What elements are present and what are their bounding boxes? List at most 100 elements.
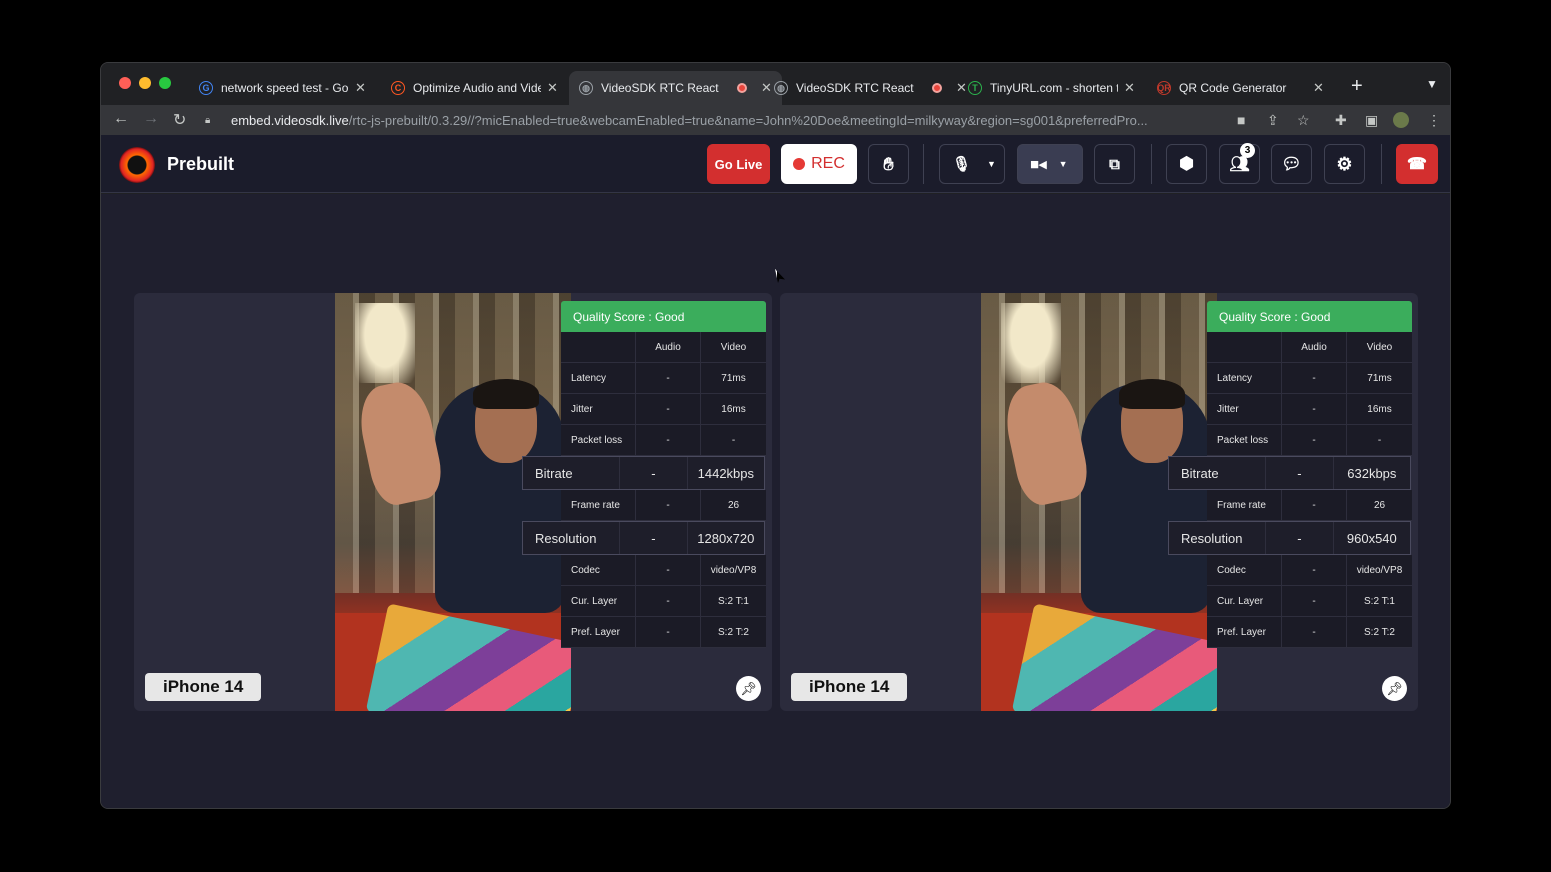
mouse-cursor-icon — [775, 269, 785, 283]
stats-metric-label: Jitter — [561, 394, 636, 424]
pin-icon[interactable]: 📌︎ — [1382, 676, 1407, 701]
whiteboard-button[interactable]: ⬢ — [1166, 144, 1207, 184]
toolbar-divider — [1381, 144, 1382, 184]
participant-tile[interactable]: Quality Score : Good Audio Video Latency… — [134, 293, 772, 711]
stats-metric-label: Packet loss — [561, 425, 636, 455]
browser-tab[interactable]: Gnetwork speed test - Go ✕ — [189, 71, 376, 105]
browser-tab[interactable]: C Optimize Audio and Vide ✕ — [381, 71, 568, 105]
tab-close-icon[interactable]: ✕ — [1124, 80, 1135, 96]
stats-audio-value: - — [620, 457, 688, 489]
stats-row: Bitrate - 1442kbps — [522, 456, 765, 490]
pin-icon[interactable]: 📌︎ — [736, 676, 761, 701]
back-arrow-icon[interactable]: ← — [113, 110, 129, 128]
brand-name: Prebuilt — [167, 154, 235, 174]
chat-button[interactable]: 💬︎ — [1271, 144, 1312, 184]
tab-favicon-icon: ◍ — [579, 81, 593, 95]
participant-video — [335, 293, 571, 711]
stats-row: Resolution - 1280x720 — [522, 521, 765, 555]
stats-metric-label: Bitrate — [1169, 457, 1267, 489]
stats-audio-value: - — [636, 394, 701, 424]
camera-indicator-icon[interactable]: ■ — [1237, 112, 1245, 128]
stats-row: Codec - video/VP8 — [561, 555, 766, 586]
stats-row: Jitter - 16ms — [561, 394, 766, 425]
url-host: embed.videosdk.live — [231, 112, 349, 128]
share-icon[interactable]: ⇪ — [1267, 112, 1279, 129]
stats-video-value: S:2 T:2 — [718, 626, 749, 638]
stats-row: Cur. Layer - S:2 T:1 — [1207, 586, 1412, 617]
mic-muted-icon: 🎙︎ — [952, 156, 972, 173]
stats-audio-value: - — [636, 425, 701, 455]
stats-row: Packet loss - - — [1207, 425, 1412, 456]
stats-header-cell: Audio — [1282, 332, 1347, 362]
go-live-button[interactable]: Go Live — [707, 144, 770, 184]
stats-video-value: S:2 T:1 — [718, 595, 749, 607]
stats-audio-value: - — [1266, 457, 1334, 489]
settings-button[interactable]: ⚙ — [1324, 144, 1365, 184]
stats-header-cell: Video — [1366, 341, 1393, 353]
tab-recording-icon — [737, 83, 747, 93]
participant-video — [981, 293, 1217, 711]
tab-recording-icon — [932, 83, 942, 93]
browser-tab[interactable]: T TinyURL.com - shorten t ✕ — [958, 71, 1145, 105]
stats-video-value: - — [1377, 434, 1382, 446]
reload-icon[interactable]: ↻ — [173, 110, 186, 130]
stats-header-cell — [561, 332, 636, 362]
stats-row: Bitrate - 632kbps — [1168, 456, 1411, 490]
participant-tile[interactable]: Quality Score : Good Audio Video Latency… — [780, 293, 1418, 711]
stats-video-value: 960x540 — [1346, 530, 1397, 546]
raise-hand-icon: ✋︎ — [883, 153, 894, 174]
stats-header-cell: Video — [720, 341, 747, 353]
stats-row: Latency - 71ms — [561, 363, 766, 394]
stats-metric-label: Pref. Layer — [1207, 617, 1282, 647]
tab-favicon-icon: ◍ — [774, 81, 788, 95]
tab-favicon-icon: G — [199, 81, 213, 95]
new-tab-button[interactable]: + — [1351, 75, 1363, 98]
tab-title: network speed test - Go — [221, 81, 349, 95]
mic-toggle-button[interactable]: 🎙︎ ▼ — [939, 144, 1005, 184]
participants-count-badge: 3 — [1240, 143, 1255, 158]
stats-row: Packet loss - - — [561, 425, 766, 456]
browser-tab[interactable]: ◍ VideoSDK RTC React ✕ — [569, 71, 782, 105]
tab-search-chevron-icon[interactable]: ▼ — [1426, 77, 1438, 91]
stats-row: Resolution - 960x540 — [1168, 521, 1411, 555]
stats-audio-value: - — [1266, 522, 1334, 554]
participants-button[interactable]: 👥︎ 3 — [1219, 143, 1260, 184]
stats-metric-label: Pref. Layer — [561, 617, 636, 647]
toolbar-divider — [1151, 144, 1152, 184]
close-window-button[interactable] — [119, 77, 131, 89]
stats-audio-value: - — [636, 586, 701, 616]
stats-row: Frame rate - 26 — [1207, 490, 1412, 521]
minimize-window-button[interactable] — [139, 77, 151, 89]
screen-share-button[interactable]: ⧉ — [1094, 144, 1135, 184]
stats-row: Frame rate - 26 — [561, 490, 766, 521]
extensions-icon[interactable]: ✚ — [1335, 112, 1347, 129]
screen-share-icon: ⧉ — [1109, 155, 1120, 173]
browser-tab[interactable]: ◍ VideoSDK RTC React ✕ — [764, 71, 977, 105]
browser-tab[interactable]: QR QR Code Generator ✕ — [1147, 71, 1334, 105]
leave-meeting-button[interactable]: ☎ — [1396, 144, 1438, 184]
mic-options-chevron-icon[interactable]: ▼ — [987, 159, 996, 169]
lock-icon: 🔒︎ — [205, 114, 211, 126]
raise-hand-button[interactable]: ✋︎ — [868, 144, 909, 184]
forward-arrow-icon[interactable]: → — [143, 110, 159, 128]
webcam-options-chevron-icon[interactable]: ▼ — [1059, 159, 1068, 169]
tab-favicon-icon: T — [968, 81, 982, 95]
address-bar[interactable]: 🔒︎ embed.videosdk.live/rtc-js-prebuilt/0… — [205, 107, 1229, 133]
webcam-toggle-button[interactable]: ■◂ ▼ — [1017, 144, 1083, 184]
stats-video-value: 16ms — [1367, 403, 1392, 415]
stats-metric-label: Jitter — [1207, 394, 1282, 424]
stats-video-value: 26 — [727, 499, 740, 511]
more-menu-icon[interactable]: ⋮ — [1427, 112, 1441, 129]
profile-avatar[interactable] — [1393, 112, 1409, 128]
tab-close-icon[interactable]: ✕ — [355, 80, 366, 96]
record-button[interactable]: REC — [781, 144, 857, 184]
tab-close-icon[interactable]: ✕ — [547, 80, 558, 96]
stats-metric-label: Frame rate — [561, 490, 636, 520]
maximize-window-button[interactable] — [159, 77, 171, 89]
side-panel-icon[interactable]: ▣ — [1365, 112, 1378, 129]
tab-close-icon[interactable]: ✕ — [1313, 80, 1324, 96]
bookmark-star-icon[interactable]: ☆ — [1297, 112, 1310, 129]
tab-title: VideoSDK RTC React — [796, 81, 914, 95]
tab-favicon-icon: QR — [1157, 81, 1171, 95]
stats-metric-label: Codec — [1207, 555, 1282, 585]
